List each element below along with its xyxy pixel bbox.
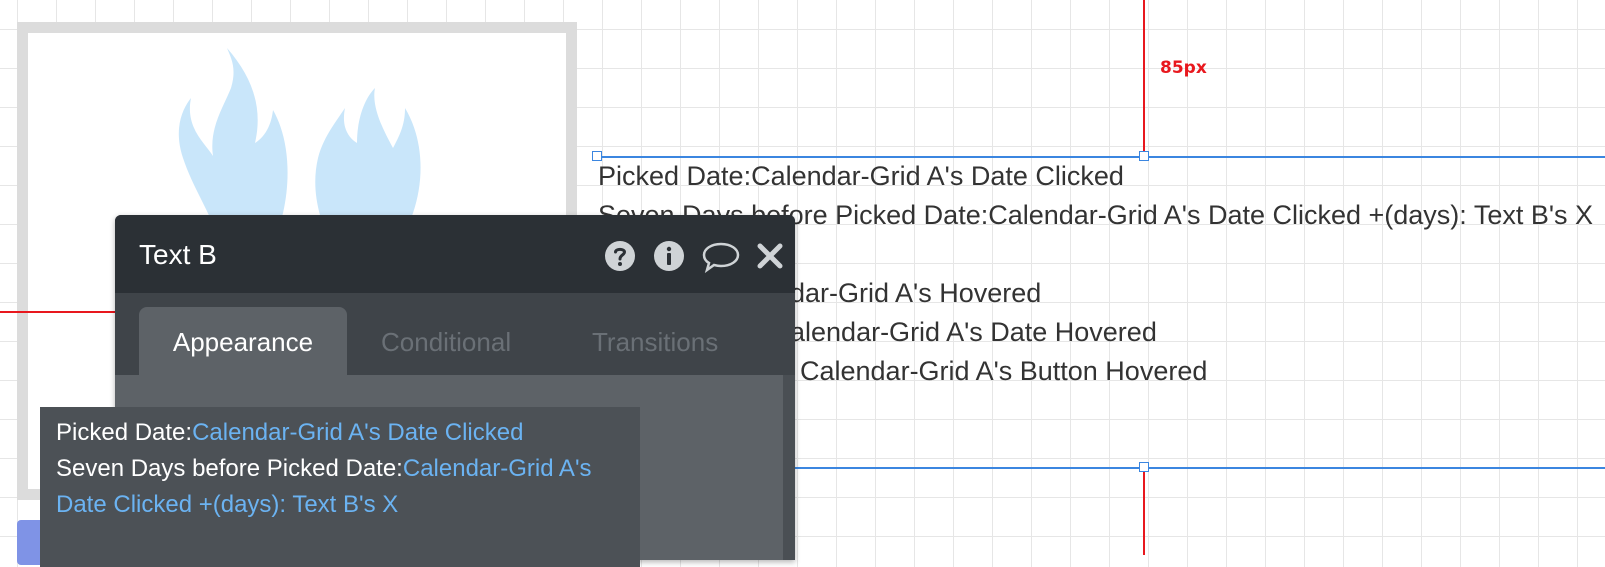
property-editor-title: Text B bbox=[139, 239, 217, 270]
text-expression-field[interactable]: Picked Date:Calendar-Grid A's Date Click… bbox=[40, 407, 640, 567]
expression-dynamic-token[interactable]: Calendar-Grid A's bbox=[403, 455, 592, 482]
info-icon[interactable] bbox=[652, 239, 686, 273]
resize-handle-bottom-center[interactable] bbox=[1139, 462, 1149, 472]
canvas-text-line[interactable]: Picked Date:Calendar-Grid A's Date Click… bbox=[598, 157, 1124, 196]
horizontal-guide-left bbox=[0, 311, 120, 313]
tab-appearance[interactable]: Appearance bbox=[139, 307, 347, 375]
expression-line: Seven Days before Picked Date:Calendar-G… bbox=[56, 451, 592, 487]
tab-conditional[interactable]: Conditional bbox=[381, 307, 511, 375]
selection-bottom-border bbox=[790, 467, 1605, 469]
vertical-guide-bottom bbox=[1143, 465, 1145, 555]
expression-static-text: Seven Days before Picked Date: bbox=[56, 455, 403, 482]
expression-dynamic-token[interactable]: Date Clicked +(days): Text B's X bbox=[56, 487, 398, 523]
guide-distance-label: 85px bbox=[1160, 58, 1207, 78]
expression-static-text: Picked Date: bbox=[56, 419, 193, 446]
canvas-text-line[interactable]: alendar-Grid A's Date Hovered bbox=[790, 313, 1157, 352]
resize-handle-top-center[interactable] bbox=[1139, 151, 1149, 161]
expression-line: Picked Date:Calendar-Grid A's Date Click… bbox=[56, 415, 523, 451]
tab-transitions[interactable]: Transitions bbox=[592, 307, 718, 375]
canvas-text-line[interactable]: Calendar-Grid A's Button Hovered bbox=[800, 352, 1207, 391]
scrollbar[interactable] bbox=[783, 375, 795, 560]
close-icon[interactable] bbox=[753, 239, 787, 273]
help-circle-icon[interactable] bbox=[603, 239, 637, 273]
expression-dynamic-token[interactable]: Calendar-Grid A's Date Clicked bbox=[192, 419, 523, 446]
comment-icon[interactable] bbox=[701, 239, 741, 273]
property-editor-header[interactable]: Text B bbox=[115, 215, 795, 293]
canvas-text-line[interactable]: dar-Grid A's Hovered bbox=[790, 274, 1041, 313]
vertical-guide-top bbox=[1143, 0, 1145, 155]
